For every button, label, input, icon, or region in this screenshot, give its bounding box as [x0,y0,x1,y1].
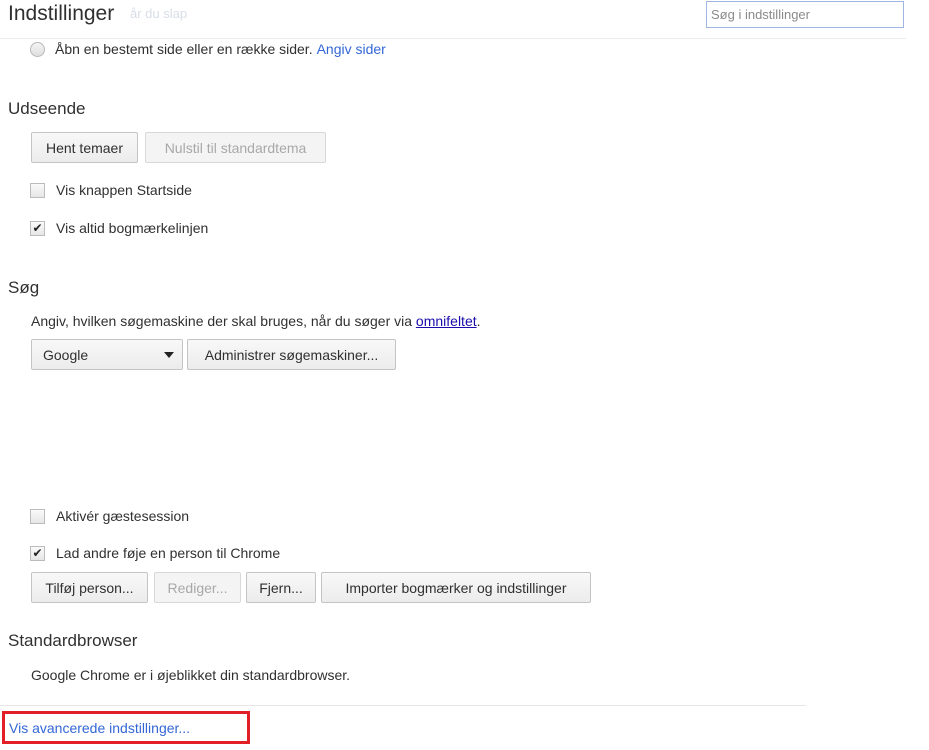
search-settings-input[interactable] [706,1,904,28]
search-description: Angiv, hvilken søgemaskine der skal brug… [31,313,481,329]
startup-radio[interactable] [30,41,45,57]
remove-person-button[interactable]: Fjern... [246,572,316,603]
search-engine-select[interactable]: Google [31,339,183,370]
show-bookmarks-bar-row[interactable]: ✔ Vis altid bogmærkelinjen [30,220,208,236]
default-browser-section-title: Standardbrowser [8,631,138,650]
omnibox-link[interactable]: omnifeltet [416,313,477,329]
allow-add-person-checkbox[interactable]: ✔ [30,545,45,561]
search-section-title: Søg [8,278,40,297]
dropdown-arrow-icon [164,351,174,358]
default-browser-status: Google Chrome er i øjeblikket din standa… [31,667,351,683]
header-divider [0,38,906,39]
reset-theme-button[interactable]: Nulstil til standardtema [145,132,326,163]
show-home-button-label: Vis knappen Startside [56,182,192,198]
faded-background-text: år du slap [130,6,188,21]
startup-radio-label: Åbn en bestemt side eller en række sider… [55,41,313,57]
manage-search-engines-button[interactable]: Administrer søgemaskiner... [187,339,396,370]
checkmark-icon: ✔ [32,546,43,560]
show-bookmarks-bar-label: Vis altid bogmærkelinjen [56,220,209,236]
add-person-button[interactable]: Tilføj person... [31,572,148,603]
allow-add-person-row[interactable]: ✔ Lad andre føje en person til Chrome [30,545,280,561]
show-advanced-settings-link[interactable]: Vis avancerede indstillinger... [2,711,250,744]
startup-radio-row[interactable]: Åbn en bestemt side eller en række sider… [30,41,386,57]
guest-session-checkbox[interactable] [30,508,45,524]
checkmark-icon: ✔ [32,221,43,235]
search-description-end: . [476,313,481,329]
search-description-text: Angiv, hvilken søgemaskine der skal brug… [31,313,413,329]
show-bookmarks-bar-checkbox[interactable]: ✔ [30,220,45,236]
appearance-section-title: Udseende [8,99,86,118]
guest-session-label: Aktivér gæstesession [56,508,190,524]
search-engine-selected-value: Google [43,346,89,363]
footer-divider [0,705,806,706]
get-themes-button[interactable]: Hent temaer [31,132,138,163]
show-advanced-settings-label[interactable]: Vis avancerede indstillinger... [9,720,190,736]
page-title: Indstillinger [8,2,115,25]
edit-person-button[interactable]: Rediger... [154,572,241,603]
show-home-button-checkbox[interactable] [30,182,45,198]
show-home-button-row[interactable]: Vis knappen Startside [30,182,192,198]
set-pages-link[interactable]: Angiv sider [317,41,386,57]
guest-session-row[interactable]: Aktivér gæstesession [30,508,189,524]
allow-add-person-label: Lad andre føje en person til Chrome [56,545,281,561]
import-bookmarks-button[interactable]: Importer bogmærker og indstillinger [321,572,591,603]
